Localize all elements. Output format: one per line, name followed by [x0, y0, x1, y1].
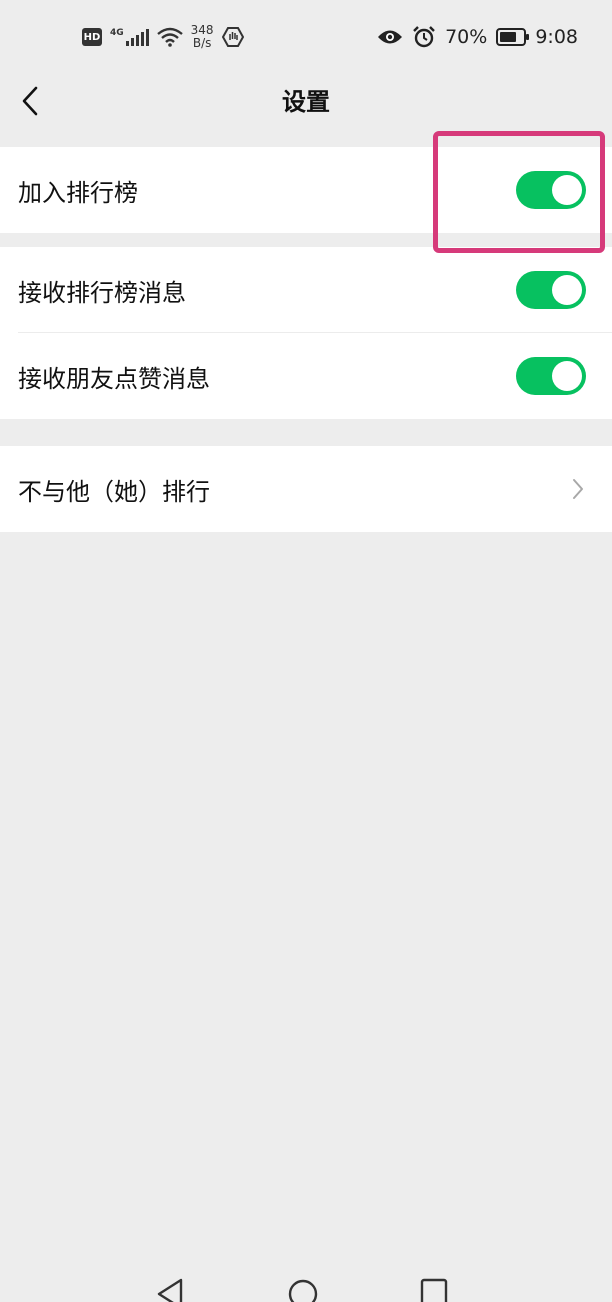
- network-type: 4G: [110, 27, 124, 38]
- page-title: 设置: [282, 88, 330, 116]
- settings-group-messages: 接收排行榜消息 接收朋友点赞消息: [0, 247, 612, 419]
- status-time: 9:08: [535, 26, 578, 48]
- eye-icon: [378, 30, 403, 44]
- battery-percent: 70%: [445, 26, 488, 48]
- system-nav-bar: [0, 1272, 612, 1302]
- status-bar: HD 4G 348 B/s 70% 9:08: [0, 0, 612, 72]
- setting-label: 接收朋友点赞消息: [18, 364, 210, 393]
- recents-square-icon[interactable]: [420, 1278, 448, 1302]
- battery-fill: [500, 32, 516, 42]
- status-left: HD 4G 348 B/s: [82, 20, 244, 54]
- chevron-right-icon: [573, 479, 583, 499]
- net-speed: 348 B/s: [191, 24, 214, 50]
- setting-label: 不与他（她）排行: [18, 477, 210, 506]
- toggle-knob: [552, 175, 582, 205]
- wifi-icon: [156, 27, 183, 47]
- home-circle-icon[interactable]: [287, 1278, 319, 1302]
- settings-group-exclude: 不与他（她）排行: [0, 446, 612, 532]
- setting-row-join-ranking: 加入排行榜: [0, 147, 612, 233]
- setting-row-like-messages: 接收朋友点赞消息: [0, 333, 612, 419]
- join-ranking-toggle[interactable]: [516, 171, 586, 209]
- nav-bar: 设置: [0, 72, 612, 132]
- setting-label: 接收排行榜消息: [18, 278, 186, 307]
- setting-row-ranking-messages: 接收排行榜消息: [0, 247, 612, 333]
- settings-group-ranking: 加入排行榜: [0, 147, 612, 233]
- battery-icon: [496, 28, 530, 46]
- like-messages-toggle[interactable]: [516, 357, 586, 395]
- toggle-knob: [552, 275, 582, 305]
- setting-row-exclude-ranking[interactable]: 不与他（她）排行: [0, 446, 612, 532]
- setting-label: 加入排行榜: [18, 178, 138, 207]
- signal-icon: 4G: [110, 27, 149, 46]
- toggle-knob: [552, 361, 582, 391]
- net-speed-unit: B/s: [192, 36, 212, 50]
- hand-icon: [221, 27, 244, 47]
- alarm-icon: [413, 26, 435, 48]
- status-right: 70% 9:08: [377, 22, 578, 52]
- ranking-messages-toggle[interactable]: [516, 271, 586, 309]
- hd-icon: HD: [82, 28, 102, 46]
- back-triangle-icon[interactable]: [156, 1278, 184, 1302]
